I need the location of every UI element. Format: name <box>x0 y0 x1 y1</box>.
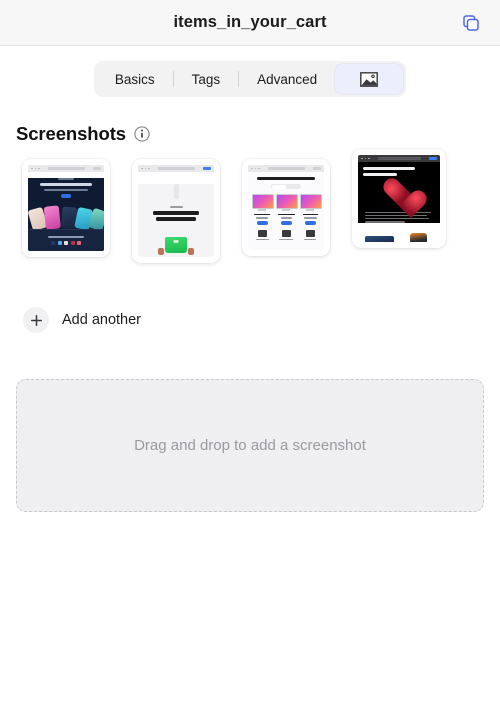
plus-glyph <box>30 314 42 326</box>
screenshot-thumbnail-4[interactable] <box>352 149 446 248</box>
mini-browser-chrome <box>28 165 104 172</box>
add-another-label: Add another <box>62 312 142 328</box>
thumbnail-preview <box>358 155 440 242</box>
thumbnail-image-1 <box>28 178 104 251</box>
screenshot-thumbnail-3[interactable] <box>242 159 330 256</box>
thumbnail-preview <box>138 165 214 257</box>
thumbnail-image-3 <box>248 172 324 250</box>
screenshot-thumbnail-list <box>22 149 500 263</box>
tab-tags[interactable]: Tags <box>174 64 239 94</box>
dropzone-label: Drag and drop to add a screenshot <box>134 437 366 454</box>
tab-tags-label: Tags <box>191 71 221 87</box>
tab-basics[interactable]: Basics <box>97 64 173 94</box>
screenshot-thumbnail-2[interactable] <box>132 159 220 263</box>
tab-advanced[interactable]: Advanced <box>239 64 335 94</box>
info-circle-icon[interactable] <box>134 126 150 142</box>
tabbar-container: Basics Tags Advanced <box>0 46 500 97</box>
tabbar: Basics Tags Advanced <box>93 61 407 97</box>
tab-basics-label: Basics <box>114 71 155 87</box>
tab-advanced-label: Advanced <box>257 71 318 87</box>
duplicate-button[interactable] <box>456 8 486 38</box>
screenshot-thumbnail-1[interactable] <box>22 159 110 257</box>
thumbnail-preview <box>248 165 324 250</box>
section-title: Screenshots <box>16 123 126 144</box>
copy-duplicate-icon <box>463 14 479 31</box>
add-another-button[interactable]: Add another <box>23 307 141 333</box>
mini-browser-chrome <box>358 155 440 162</box>
tab-screenshots[interactable] <box>335 64 404 94</box>
thumbnail-image-2 <box>138 184 214 257</box>
mini-browser-chrome <box>248 165 324 172</box>
screenshots-section-header: Screenshots <box>16 123 500 145</box>
image-photo-icon <box>360 71 379 87</box>
screenshot-dropzone[interactable]: Drag and drop to add a screenshot <box>16 379 484 512</box>
thumbnail-image-4 <box>358 162 440 242</box>
titlebar: items_in_your_cart <box>0 0 500 46</box>
plus-icon <box>23 307 49 333</box>
mini-browser-chrome <box>138 165 214 172</box>
page-title: items_in_your_cart <box>173 13 327 31</box>
thumbnail-preview <box>28 165 104 251</box>
